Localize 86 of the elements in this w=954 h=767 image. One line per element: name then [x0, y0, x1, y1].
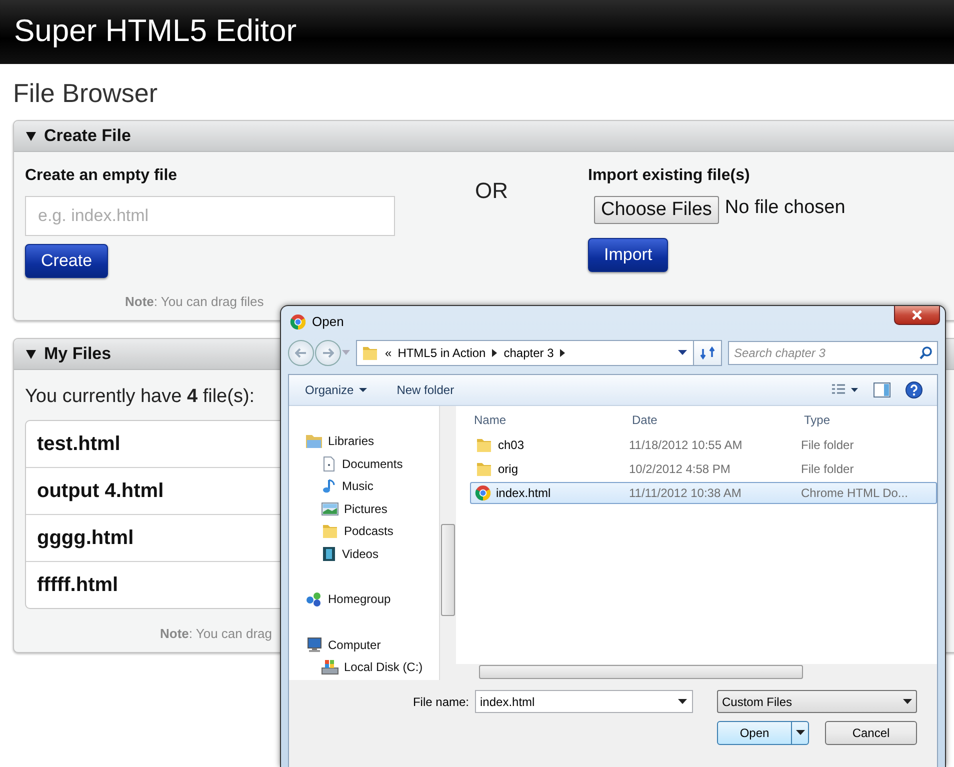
close-button[interactable]: [894, 306, 940, 325]
nav-item[interactable]: Libraries: [305, 430, 439, 452]
column-header[interactable]: Date: [632, 412, 804, 426]
breadcrumb-overflow[interactable]: «: [385, 346, 392, 360]
refresh-icon[interactable]: [700, 346, 716, 360]
file-row[interactable]: orig 10/2/2012 4:58 PM File folder: [470, 458, 937, 480]
file-name-field[interactable]: e.g. index.html: [25, 196, 395, 236]
create-button[interactable]: Create: [25, 244, 108, 278]
new-folder-button[interactable]: New folder: [396, 383, 454, 397]
file-name: ch03: [498, 438, 524, 452]
search-field[interactable]: Search chapter 3: [728, 341, 938, 365]
file-type: File folder: [801, 462, 854, 476]
column-header[interactable]: Type: [804, 412, 830, 426]
disk-icon: [321, 659, 339, 676]
file-name-field[interactable]: index.html: [475, 690, 693, 713]
chrome-icon: [290, 314, 306, 330]
film-icon: [321, 546, 337, 562]
choose-files-button[interactable]: Choose Files: [594, 196, 719, 224]
computer-icon: [305, 636, 323, 653]
scrollbar-thumb[interactable]: [479, 665, 803, 679]
homegroup-icon: [305, 591, 323, 608]
folder-icon: [321, 522, 339, 540]
cancel-button[interactable]: Cancel: [825, 721, 917, 745]
file-count: You currently have 4 file(s):: [25, 385, 255, 409]
open-button[interactable]: Open: [717, 721, 809, 745]
file-type: File folder: [801, 438, 854, 452]
page-title: File Browser: [13, 78, 158, 108]
preview-pane-icon[interactable]: [873, 382, 891, 398]
import-button[interactable]: Import: [588, 238, 668, 272]
caret-icon[interactable]: [903, 698, 912, 704]
nav-item[interactable]: Documents: [305, 452, 439, 475]
breadcrumb-arrow-icon[interactable]: [560, 349, 566, 357]
nav-item[interactable]: Videos: [305, 542, 439, 565]
nav-item[interactable]: Homegroup: [305, 588, 439, 610]
view-options-icon[interactable]: [831, 383, 859, 397]
file-status: No file chosen: [724, 196, 846, 220]
collapse-triangle-icon[interactable]: [25, 130, 37, 142]
panel-title: My Files: [44, 344, 112, 364]
file-type-dropdown[interactable]: Custom Files: [717, 690, 917, 713]
picture-icon: [321, 502, 339, 516]
file-type: Chrome HTML Do...: [801, 486, 908, 500]
panel-header[interactable]: Create File: [14, 121, 954, 152]
close-icon[interactable]: [911, 310, 923, 320]
panel-title: Create File: [44, 126, 131, 146]
nav-item[interactable]: Local Disk (C:): [305, 656, 439, 678]
breadcrumb-arrow-icon[interactable]: [492, 349, 498, 357]
file-date: 11/18/2012 10:55 AM: [629, 438, 744, 452]
document-icon: [321, 456, 337, 472]
file-row[interactable]: index.html 11/11/2012 10:38 AM Chrome HTML Do...: [470, 482, 937, 504]
drag-note: Note: You can drag files: [125, 294, 265, 310]
drag-note: Note: You can drag: [160, 626, 274, 642]
refresh-button[interactable]: [693, 341, 721, 365]
caret-icon[interactable]: [678, 699, 687, 705]
breadcrumb-item[interactable]: chapter 3: [504, 346, 554, 360]
section-heading: Create an empty file: [25, 166, 178, 186]
field-label: File name:: [412, 694, 469, 708]
or-separator: OR: [475, 178, 508, 205]
file-name: orig: [498, 462, 518, 476]
file-date: 10/2/2012 4:58 PM: [629, 462, 732, 476]
libraries-icon: [305, 433, 323, 450]
search-icon[interactable]: [919, 346, 933, 360]
breadcrumb-item[interactable]: HTML5 in Action: [398, 346, 486, 360]
file-name: index.html: [496, 486, 551, 500]
help-icon[interactable]: [905, 381, 923, 399]
file-date: 11/11/2012 10:38 AM: [629, 486, 742, 500]
caret-icon[interactable]: [358, 388, 367, 392]
folder-icon: [475, 436, 493, 454]
nav-item[interactable]: Computer: [305, 634, 439, 656]
dropdown-caret-icon[interactable]: [678, 350, 687, 356]
collapse-triangle-icon[interactable]: [25, 348, 37, 360]
caret-icon[interactable]: [796, 730, 804, 736]
nav-item[interactable]: Podcasts: [305, 520, 439, 542]
scrollbar-thumb[interactable]: [441, 524, 455, 616]
address-bar[interactable]: « HTML5 in Action chapter 3: [356, 340, 722, 366]
nav-item[interactable]: Pictures: [305, 498, 439, 520]
app-title: Super HTML5 Editor: [14, 12, 298, 50]
file-row[interactable]: ch03 11/18/2012 10:55 AM File folder: [470, 434, 937, 456]
dialog-title: Open: [312, 314, 344, 329]
section-heading: Import existing file(s): [588, 166, 751, 186]
chrome-icon: [475, 485, 491, 501]
nav-item[interactable]: Music: [305, 475, 439, 498]
music-note-icon: [321, 478, 337, 494]
organize-menu[interactable]: Organize: [305, 383, 367, 397]
column-header[interactable]: Name: [474, 412, 632, 426]
folder-icon: [475, 460, 493, 478]
folder-icon: [361, 344, 379, 362]
